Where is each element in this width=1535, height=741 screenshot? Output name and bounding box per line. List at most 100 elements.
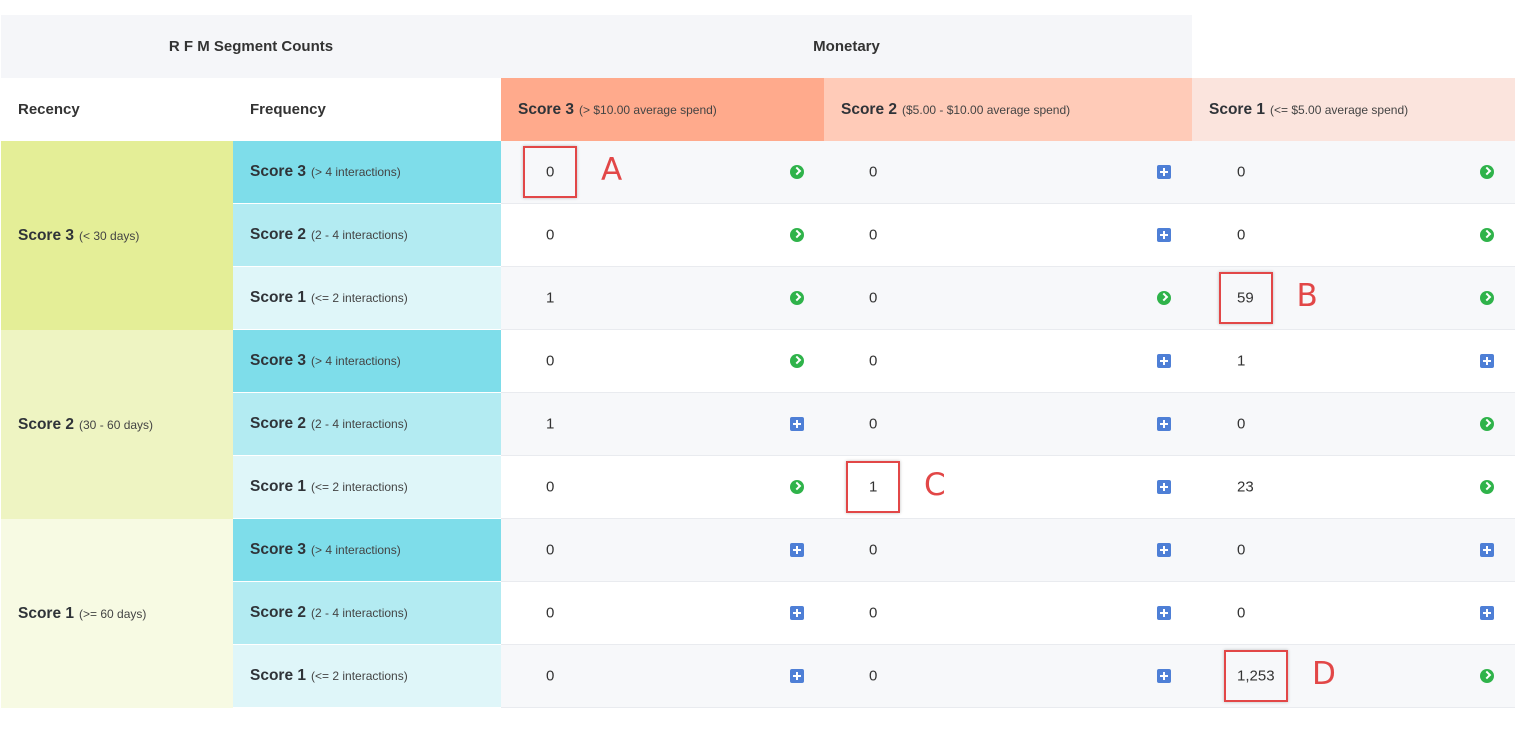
frequency-score-label: Score 2 <box>250 604 307 621</box>
monetary-header: Monetary <box>501 15 1192 78</box>
go-arrow-icon[interactable] <box>1480 669 1494 683</box>
segment-count-cell: 1 <box>1192 330 1515 393</box>
segment-count-cell: 59 B <box>1192 267 1515 330</box>
frequency-score-desc: (> 4 interactions) <box>311 543 401 557</box>
segment-count-cell: 0 <box>824 393 1192 456</box>
monetary-score1-header: Score 1 (<= $5.00 average spend) <box>1192 78 1515 141</box>
monetary-score-label: Score 3 <box>518 100 575 118</box>
segment-count: 0 <box>1237 541 1246 559</box>
segment-count: 0 <box>546 478 555 496</box>
segment-count: 0 <box>869 289 878 307</box>
add-segment-icon[interactable] <box>1480 354 1494 368</box>
frequency-score-label: Score 3 <box>250 541 307 558</box>
frequency-score-label: Score 1 <box>250 667 307 684</box>
frequency-score-desc: (<= 2 interactions) <box>311 669 408 683</box>
frequency-score2: Score 2 (2 - 4 interactions) <box>233 393 501 456</box>
add-segment-icon[interactable] <box>1157 354 1171 368</box>
frequency-score2: Score 2 (2 - 4 interactions) <box>233 204 501 267</box>
add-segment-icon[interactable] <box>790 417 804 431</box>
annotation-letter: D <box>1312 656 1336 692</box>
go-arrow-icon[interactable] <box>1480 417 1494 431</box>
segment-count: 0 <box>869 163 878 181</box>
add-segment-icon[interactable] <box>1157 417 1171 431</box>
segment-count-cell: 0 <box>1192 141 1515 204</box>
go-arrow-icon[interactable] <box>790 354 804 368</box>
frequency-score3: Score 3 (> 4 interactions) <box>233 141 501 204</box>
monetary-score-label: Score 2 <box>841 100 898 118</box>
go-arrow-icon[interactable] <box>1480 291 1494 305</box>
frequency-score-desc: (> 4 interactions) <box>311 165 401 179</box>
segment-count-cell: 0 <box>824 519 1192 582</box>
monetary-score-desc: (> $10.00 average spend) <box>579 102 717 117</box>
frequency-score-desc: (2 - 4 interactions) <box>311 228 408 242</box>
go-arrow-icon[interactable] <box>1157 291 1171 305</box>
segment-count: 0 <box>869 604 878 622</box>
frequency-header: Frequency <box>233 78 501 141</box>
segment-count-cell: 0A <box>501 141 824 204</box>
go-arrow-icon[interactable] <box>790 165 804 179</box>
monetary-score-desc: ($5.00 - $10.00 average spend) <box>902 102 1071 117</box>
segment-count-cell: 0 <box>824 267 1192 330</box>
segment-count-cell: 0 <box>1192 519 1515 582</box>
segment-count: 0 <box>1237 415 1246 433</box>
frequency-score1: Score 1 (<= 2 interactions) <box>233 456 501 519</box>
segment-count-cell: 0 <box>501 519 824 582</box>
add-segment-icon[interactable] <box>1157 228 1171 242</box>
segment-count-cell: 0 <box>1192 204 1515 267</box>
segment-count-cell: 0 <box>501 456 824 519</box>
monetary-score2-header: Score 2 ($5.00 - $10.00 average spend) <box>824 78 1192 141</box>
highlight-box <box>523 146 577 198</box>
segment-count-cell: 0 <box>501 330 824 393</box>
segment-count: 0 <box>1237 163 1246 181</box>
frequency-score-desc: (2 - 4 interactions) <box>311 417 408 431</box>
add-segment-icon[interactable] <box>1157 543 1171 557</box>
table-title: R F M Segment Counts <box>1 15 501 78</box>
recency-score3: Score 3 (< 30 days) <box>1 141 233 330</box>
frequency-score-desc: (<= 2 interactions) <box>311 291 408 305</box>
recency-score-desc: (30 - 60 days) <box>79 417 154 432</box>
header-spacer <box>1192 15 1515 78</box>
go-arrow-icon[interactable] <box>1480 165 1494 179</box>
frequency-score-label: Score 1 <box>250 478 307 495</box>
segment-count: 0 <box>546 667 555 685</box>
add-segment-icon[interactable] <box>1157 669 1171 683</box>
recency-score-label: Score 2 <box>18 415 75 433</box>
frequency-score-desc: (> 4 interactions) <box>311 354 401 368</box>
segment-count: 0 <box>546 604 555 622</box>
annotation-letter: A <box>601 152 623 188</box>
frequency-score2: Score 2 (2 - 4 interactions) <box>233 582 501 645</box>
add-segment-icon[interactable] <box>790 669 804 683</box>
add-segment-icon[interactable] <box>790 606 804 620</box>
segment-count: 0 <box>1237 604 1246 622</box>
recency-score-desc: (< 30 days) <box>79 228 140 243</box>
segment-count-cell: 23 <box>1192 456 1515 519</box>
frequency-score-label: Score 2 <box>250 226 307 243</box>
add-segment-icon[interactable] <box>1157 480 1171 494</box>
segment-count: 0 <box>546 352 555 370</box>
segment-count-cell: 0 <box>824 204 1192 267</box>
monetary-score-label: Score 1 <box>1209 100 1266 118</box>
add-segment-icon[interactable] <box>790 543 804 557</box>
add-segment-icon[interactable] <box>1480 543 1494 557</box>
go-arrow-icon[interactable] <box>790 480 804 494</box>
add-segment-icon[interactable] <box>1480 606 1494 620</box>
frequency-score-desc: (<= 2 interactions) <box>311 480 408 494</box>
go-arrow-icon[interactable] <box>1480 228 1494 242</box>
segment-count-cell: 1C <box>824 456 1192 519</box>
recency-header: Recency <box>1 78 233 141</box>
segment-count: 0 <box>869 541 878 559</box>
segment-count: 0 <box>869 415 878 433</box>
go-arrow-icon[interactable] <box>790 291 804 305</box>
recency-score-desc: (>= 60 days) <box>79 606 147 621</box>
go-arrow-icon[interactable] <box>790 228 804 242</box>
segment-count: 1 <box>1237 352 1246 370</box>
frequency-score-label: Score 1 <box>250 289 307 306</box>
add-segment-icon[interactable] <box>1157 165 1171 179</box>
go-arrow-icon[interactable] <box>1480 480 1494 494</box>
recency-score-label: Score 3 <box>18 226 75 244</box>
segment-count-cell: 1,253 D <box>1192 645 1515 708</box>
segment-count-cell: 1 <box>501 267 824 330</box>
add-segment-icon[interactable] <box>1157 606 1171 620</box>
frequency-score-label: Score 3 <box>250 163 307 180</box>
annotation-letter: C <box>924 467 946 503</box>
